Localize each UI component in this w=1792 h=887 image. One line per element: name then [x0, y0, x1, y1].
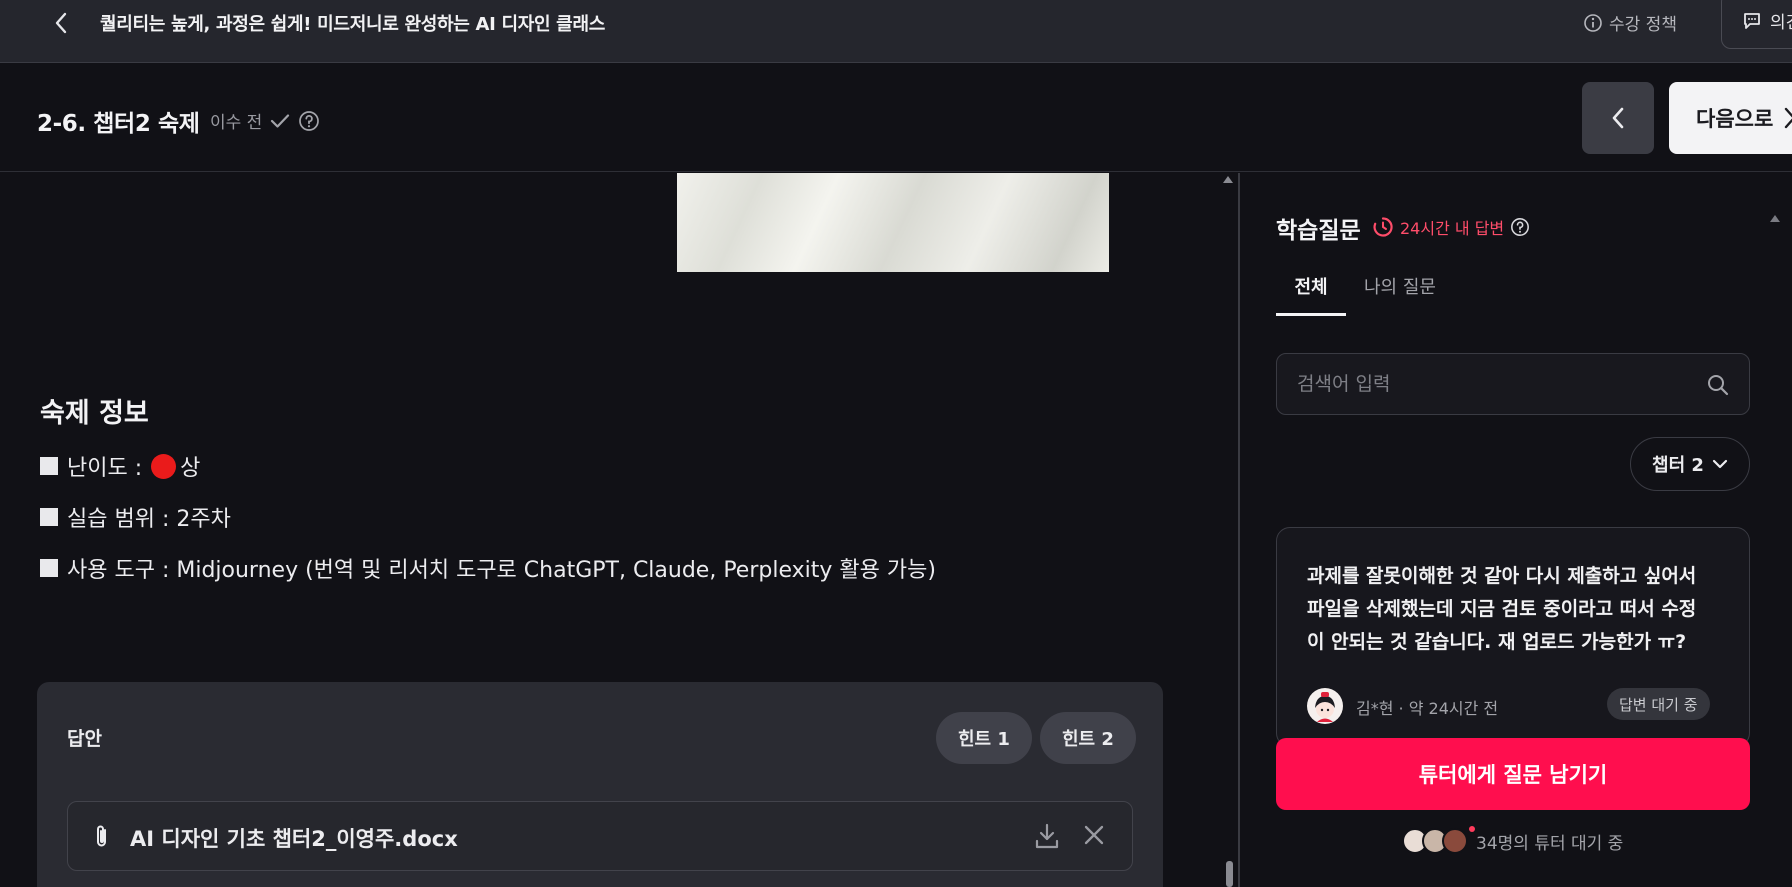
chat-icon — [1744, 12, 1760, 29]
tutors-waiting: 34명의 튜터 대기 중 — [1402, 826, 1624, 854]
waiting-text: 34명의 튜터 대기 중 — [1476, 833, 1624, 854]
qa-panel: 학습질문 24시간 내 답변 전체 나의 질문 챕터 2 과제를 잘못이해한 것… — [1240, 173, 1792, 887]
tools-line: 사용 도구 : Midjourney (번역 및 리서치 도구로 ChatGPT… — [40, 552, 936, 584]
info-icon — [1584, 13, 1602, 32]
bullet-square — [40, 508, 58, 526]
status-label: 이수 전 — [210, 113, 263, 133]
chapter-filter-dropdown[interactable]: 챕터 2 — [1630, 437, 1750, 491]
hint-2-button[interactable]: 힌트 2 — [1040, 712, 1136, 764]
tab-all[interactable]: 전체 — [1276, 273, 1346, 316]
red-circle-icon — [151, 453, 177, 479]
search-box — [1276, 353, 1750, 415]
live-dot — [1469, 826, 1475, 832]
help-icon[interactable] — [298, 110, 320, 132]
difficulty-label: 난이도 : — [67, 456, 143, 481]
response-time-badge: 24시간 내 답변 — [1372, 215, 1530, 239]
question-line: 파일을 삭제했는데 지금 검토 중이라고 떠서 수정 — [1307, 598, 1697, 620]
scrollbar-thumb[interactable] — [1226, 861, 1233, 887]
next-lesson-button[interactable]: 다음으로 — [1669, 82, 1792, 154]
course-title: 퀄리티는 높게, 과정은 쉽게! 미드저니로 완성하는 AI 디자인 클래스 — [100, 14, 605, 35]
tutor-avatars — [1402, 826, 1475, 854]
bullet-square — [40, 559, 58, 577]
back-button[interactable] — [46, 8, 76, 38]
policy-link[interactable]: 수강 정책 — [1583, 10, 1677, 35]
answer-card: 답안 힌트 1 힌트 2 AI 디자인 기초 챕터2_이영주.docx — [37, 682, 1163, 887]
feedback-label: 의견 — [1770, 13, 1792, 33]
lesson-header: 2-6. 챕터2 숙제 이수 전 다음으로 — [0, 64, 1792, 172]
lesson-content: 숙제 정보 난이도 : 상 실습 범위 : 2주차 사용 도구 : Midjou… — [0, 173, 1238, 887]
top-bar: 퀄리티는 높게, 과정은 쉽게! 미드저니로 완성하는 AI 디자인 클래스 수… — [0, 0, 1792, 63]
badge-label: 24시간 내 답변 — [1400, 219, 1505, 238]
policy-label: 수강 정책 — [1609, 15, 1677, 35]
paperclip-icon — [97, 825, 106, 847]
chevron-left-icon — [1612, 107, 1624, 129]
tab-my-questions[interactable]: 나의 질문 — [1364, 273, 1436, 299]
timer-icon — [1373, 217, 1393, 237]
close-icon[interactable] — [1082, 823, 1106, 847]
chapter-filter-label: 챕터 2 — [1652, 455, 1704, 476]
completion-status: 이수 전 — [210, 108, 320, 133]
homework-info-heading: 숙제 정보 — [40, 398, 149, 429]
homework-example-image — [677, 173, 1109, 272]
chevron-left-icon — [55, 12, 67, 34]
author-name: 김*현 — [1356, 699, 1394, 718]
question-line: 과제를 잘못이해한 것 같아 다시 제출하고 싶어서 — [1307, 565, 1697, 587]
scroll-up-arrow[interactable] — [1770, 215, 1780, 222]
difficulty-line: 난이도 : 상 — [40, 450, 200, 482]
chevron-right-icon — [1785, 107, 1792, 129]
range-text: 실습 범위 : 2주차 — [67, 507, 231, 532]
tools-text: 사용 도구 : Midjourney (번역 및 리서치 도구로 ChatGPT… — [67, 558, 936, 583]
download-icon[interactable] — [1034, 822, 1060, 850]
hint-1-button[interactable]: 힌트 1 — [936, 712, 1032, 764]
lesson-title: 2-6. 챕터2 숙제 — [37, 111, 200, 137]
avatar — [1442, 828, 1468, 854]
range-line: 실습 범위 : 2주차 — [40, 501, 231, 533]
check-icon — [271, 113, 290, 128]
qa-title: 학습질문 — [1276, 218, 1361, 244]
scroll-up-arrow[interactable] — [1223, 176, 1233, 183]
previous-lesson-button[interactable] — [1582, 82, 1654, 154]
question-line: 이 안되는 것 같습니다. 재 업로드 가능한가 ㅠ? — [1307, 631, 1687, 653]
chevron-down-icon — [1712, 459, 1728, 469]
difficulty-value: 상 — [180, 456, 201, 481]
search-input[interactable] — [1297, 370, 1697, 398]
help-icon[interactable] — [1510, 217, 1530, 237]
search-icon[interactable] — [1706, 373, 1730, 397]
feedback-button[interactable]: 의견 — [1721, 0, 1792, 49]
question-meta: 김*현 · 약 24시간 전 — [1356, 699, 1499, 718]
answer-label: 답안 — [67, 728, 102, 750]
avatar — [1307, 688, 1343, 724]
file-name[interactable]: AI 디자인 기초 챕터2_이영주.docx — [130, 823, 458, 853]
attached-file: AI 디자인 기초 챕터2_이영주.docx — [67, 801, 1133, 871]
status-badge: 답변 대기 중 — [1607, 688, 1710, 720]
ask-tutor-button[interactable]: 튜터에게 질문 남기기 — [1276, 738, 1750, 810]
question-text: 과제를 잘못이해한 것 같아 다시 제출하고 싶어서 파일을 삭제했는데 지금 … — [1307, 560, 1717, 659]
question-time: 약 24시간 전 — [1408, 699, 1499, 718]
bullet-square — [40, 457, 58, 475]
question-card[interactable]: 과제를 잘못이해한 것 같아 다시 제출하고 싶어서 파일을 삭제했는데 지금 … — [1276, 527, 1750, 747]
next-label: 다음으로 — [1696, 107, 1774, 131]
